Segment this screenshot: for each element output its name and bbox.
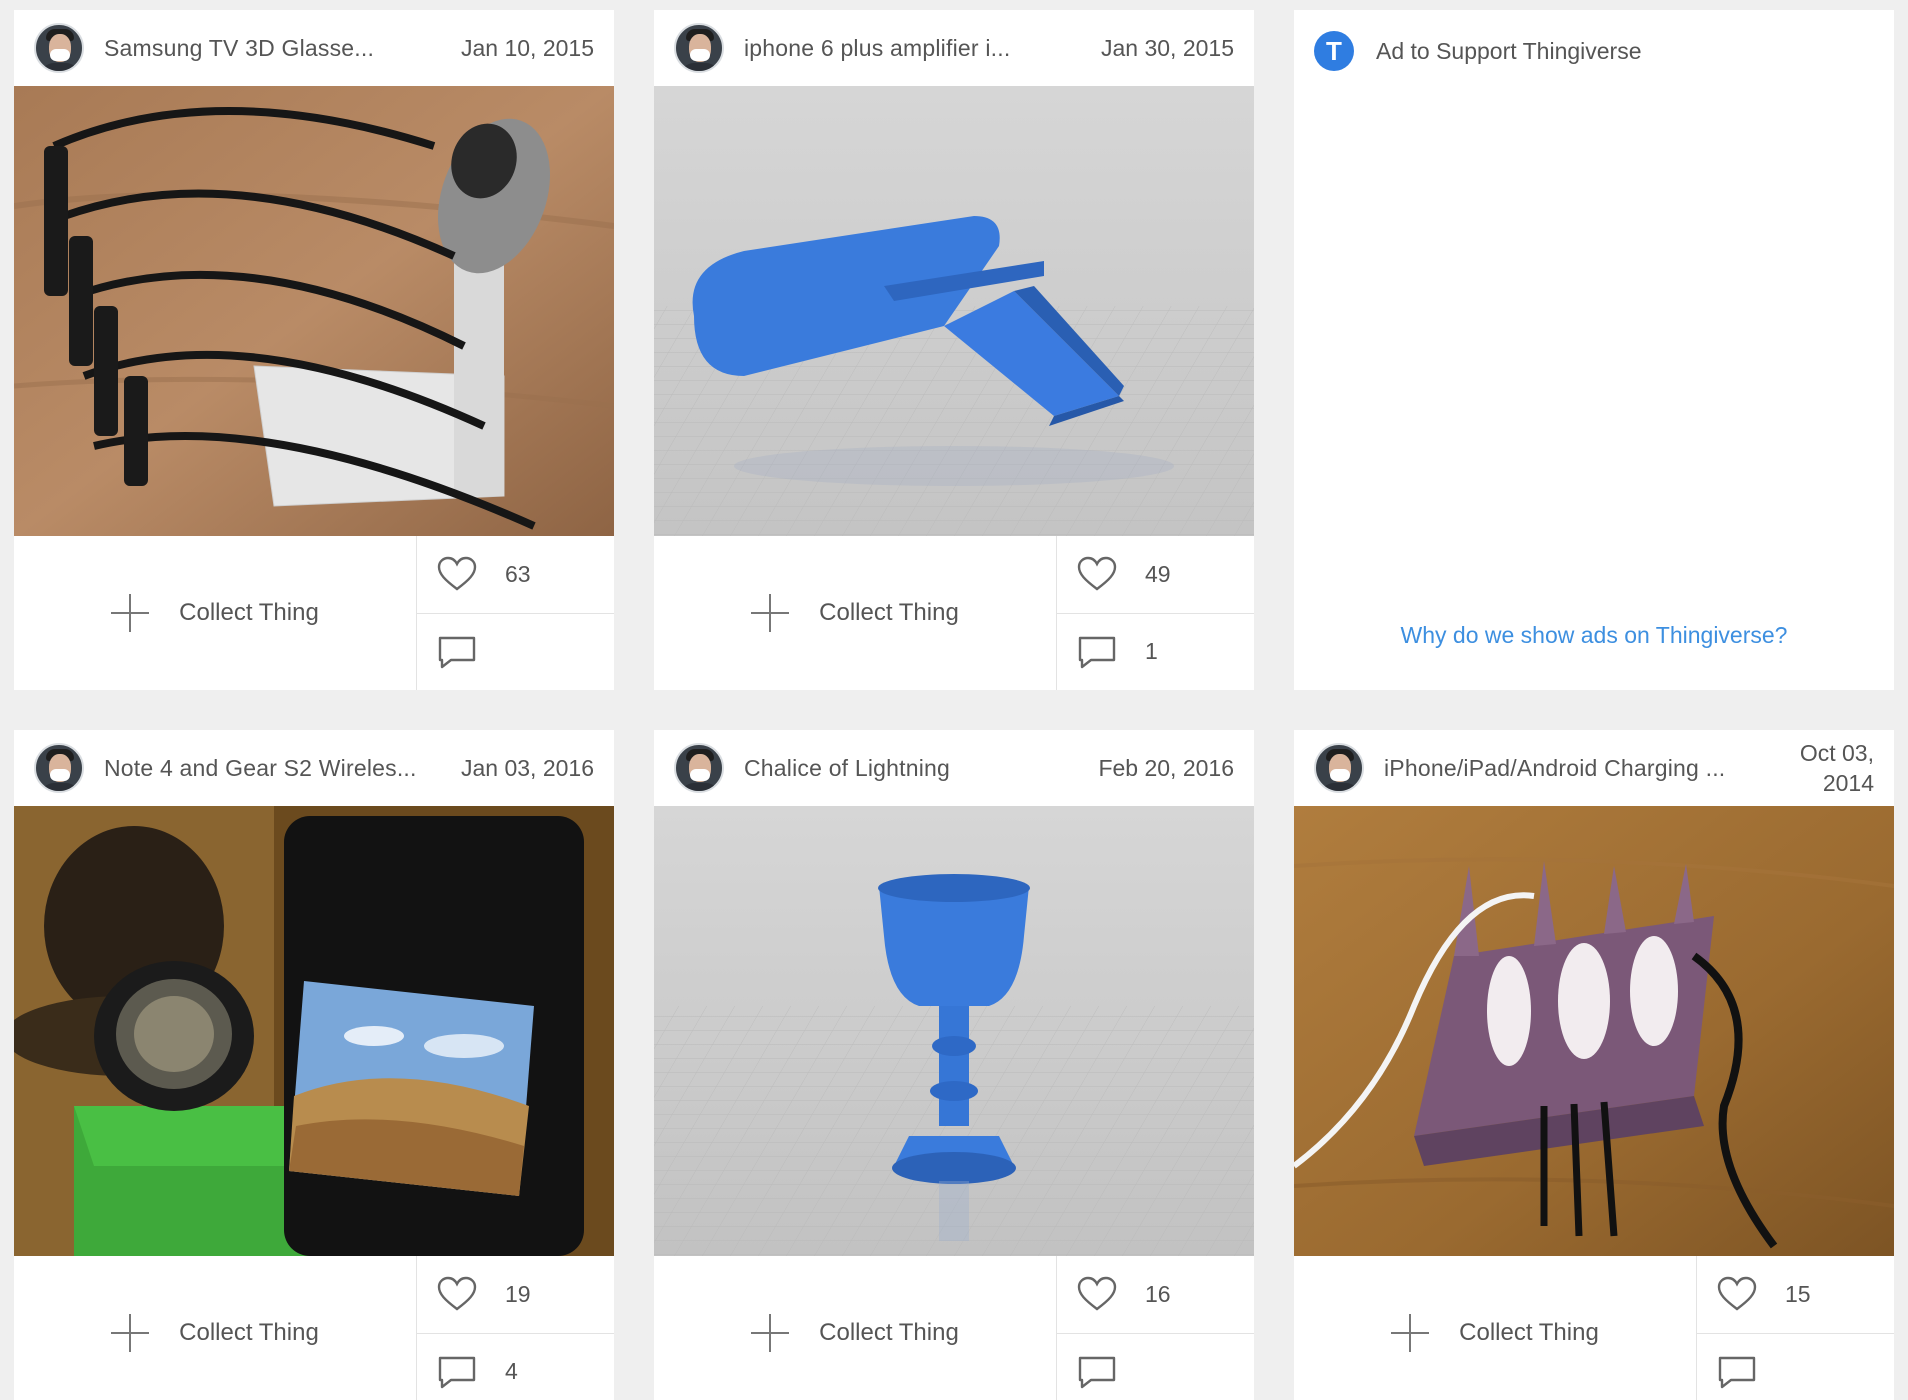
heart-icon: [437, 557, 477, 591]
like-button[interactable]: 19: [417, 1256, 614, 1333]
thing-thumbnail[interactable]: [654, 806, 1254, 1256]
like-count: 16: [1145, 1280, 1171, 1307]
collect-label: Collect Thing: [819, 1319, 959, 1346]
collect-label: Collect Thing: [179, 1319, 319, 1346]
creator-avatar[interactable]: [674, 743, 724, 793]
comment-button[interactable]: [1697, 1332, 1894, 1400]
plus-icon: [1391, 1314, 1430, 1352]
card-stats: 15: [1697, 1256, 1894, 1400]
card-stats: 16: [1057, 1256, 1254, 1400]
thing-title[interactable]: Chalice of Lightning: [744, 755, 1078, 782]
ad-card: T Ad to Support Thingiverse Why do we sh…: [1294, 10, 1894, 690]
collect-label: Collect Thing: [819, 599, 959, 626]
creator-avatar[interactable]: [1314, 743, 1364, 793]
ad-header: T Ad to Support Thingiverse: [1294, 10, 1894, 92]
thing-thumbnail[interactable]: [14, 86, 614, 536]
comment-button[interactable]: 1: [1057, 612, 1254, 691]
thing-card[interactable]: iphone 6 plus amplifier i... Jan 30, 201…: [654, 10, 1254, 690]
like-count: 19: [505, 1280, 531, 1307]
card-stats: 63: [417, 536, 614, 690]
thing-date: Feb 20, 2016: [1098, 755, 1234, 781]
plus-icon: [751, 594, 790, 632]
thingiverse-logo-icon: T: [1314, 31, 1354, 71]
like-button[interactable]: 63: [417, 536, 614, 613]
collect-thing-button[interactable]: Collect Thing: [654, 1256, 1057, 1400]
heart-icon: [437, 1277, 477, 1311]
comment-count: 1: [1145, 638, 1158, 665]
comment-button[interactable]: [1057, 1332, 1254, 1400]
like-button[interactable]: 49: [1057, 536, 1254, 613]
comment-icon: [438, 636, 476, 668]
like-button[interactable]: 15: [1697, 1256, 1894, 1333]
collect-thing-button[interactable]: Collect Thing: [14, 536, 417, 690]
thing-title[interactable]: iPhone/iPad/Android Charging ...: [1384, 755, 1764, 782]
thing-thumbnail[interactable]: [1294, 806, 1894, 1256]
card-header: Chalice of Lightning Feb 20, 2016: [654, 730, 1254, 806]
thing-title[interactable]: iphone 6 plus amplifier i...: [744, 35, 1081, 62]
plus-icon: [111, 1314, 150, 1352]
comment-icon: [1718, 1356, 1756, 1388]
creator-avatar[interactable]: [674, 23, 724, 73]
thing-card[interactable]: Samsung TV 3D Glasse... Jan 10, 2015 Col…: [14, 10, 614, 690]
heart-icon: [1717, 1277, 1757, 1311]
card-footer: Collect Thing 16: [654, 1256, 1254, 1400]
collect-label: Collect Thing: [179, 599, 319, 626]
thing-title[interactable]: Samsung TV 3D Glasse...: [104, 35, 441, 62]
thing-card[interactable]: iPhone/iPad/Android Charging ... Oct 03,…: [1294, 730, 1894, 1400]
card-footer: Collect Thing 15: [1294, 1256, 1894, 1400]
creator-avatar[interactable]: [34, 23, 84, 73]
card-header: iphone 6 plus amplifier i... Jan 30, 201…: [654, 10, 1254, 86]
comment-icon: [1078, 1356, 1116, 1388]
thing-date: Jan 03, 2016: [460, 755, 594, 781]
thing-card[interactable]: Note 4 and Gear S2 Wireles... Jan 03, 20…: [14, 730, 614, 1400]
thing-date: Oct 03, 2014: [1799, 740, 1874, 796]
heart-icon: [1077, 557, 1117, 591]
plus-icon: [111, 594, 150, 632]
things-grid: Samsung TV 3D Glasse... Jan 10, 2015 Col…: [14, 10, 1894, 1400]
comment-button[interactable]: 4: [417, 1332, 614, 1400]
card-footer: Collect Thing 63: [14, 536, 614, 690]
like-count: 63: [505, 560, 531, 587]
like-button[interactable]: 16: [1057, 1256, 1254, 1333]
ad-title: Ad to Support Thingiverse: [1376, 37, 1642, 64]
card-stats: 19 4: [417, 1256, 614, 1400]
thing-title[interactable]: Note 4 and Gear S2 Wireles...: [104, 755, 441, 782]
comment-button[interactable]: [417, 612, 614, 691]
thing-card[interactable]: Chalice of Lightning Feb 20, 2016 Collec…: [654, 730, 1254, 1400]
comment-icon: [1078, 636, 1116, 668]
creator-avatar[interactable]: [34, 743, 84, 793]
thing-date: Jan 10, 2015: [460, 35, 594, 61]
like-count: 49: [1145, 560, 1171, 587]
like-count: 15: [1785, 1280, 1811, 1307]
comment-count: 4: [505, 1358, 518, 1385]
card-header: Note 4 and Gear S2 Wireles... Jan 03, 20…: [14, 730, 614, 806]
collect-thing-button[interactable]: Collect Thing: [14, 1256, 417, 1400]
card-header: Samsung TV 3D Glasse... Jan 10, 2015: [14, 10, 614, 86]
collect-thing-button[interactable]: Collect Thing: [654, 536, 1057, 690]
card-footer: Collect Thing 19 4: [14, 1256, 614, 1400]
card-header: iPhone/iPad/Android Charging ... Oct 03,…: [1294, 730, 1894, 806]
why-ads-link[interactable]: Why do we show ads on Thingiverse?: [1294, 622, 1894, 649]
comment-icon: [438, 1356, 476, 1388]
plus-icon: [751, 1314, 790, 1352]
thing-thumbnail[interactable]: [14, 806, 614, 1256]
collect-thing-button[interactable]: Collect Thing: [1294, 1256, 1697, 1400]
card-stats: 49 1: [1057, 536, 1254, 690]
thing-date: Jan 30, 2015: [1100, 35, 1234, 61]
collect-label: Collect Thing: [1459, 1319, 1599, 1346]
card-footer: Collect Thing 49 1: [654, 536, 1254, 690]
thing-thumbnail[interactable]: [654, 86, 1254, 536]
heart-icon: [1077, 1277, 1117, 1311]
